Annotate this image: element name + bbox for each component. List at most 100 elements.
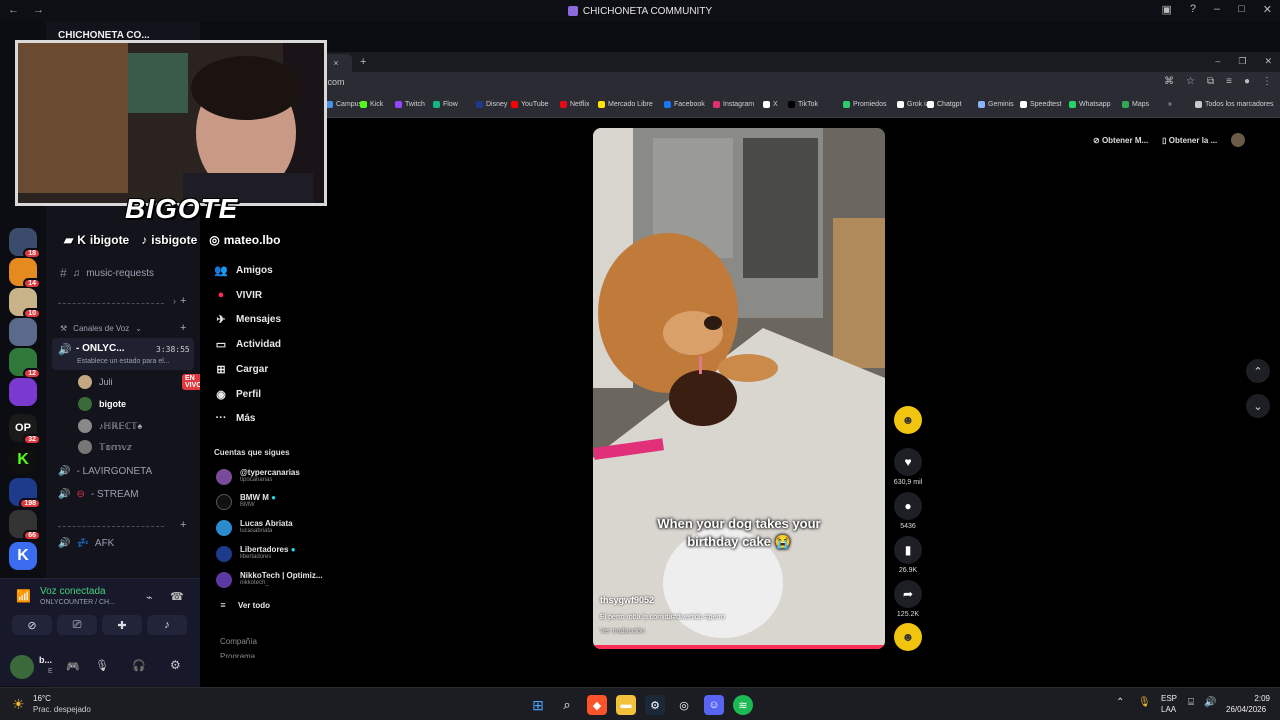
- search-button[interactable]: ⌕: [557, 695, 577, 715]
- activities-button[interactable]: ✚: [102, 615, 142, 635]
- address-bar[interactable]: .com ⌘ ☆ ⧉ ≡ ● ⋮: [200, 72, 1280, 94]
- nav-vivir[interactable]: ● VIVIR: [214, 289, 262, 301]
- soundboard-button[interactable]: ♪: [147, 615, 187, 635]
- server-icon[interactable]: [9, 378, 37, 406]
- bookmark-disney[interactable]: Disney: [476, 101, 507, 108]
- following-item[interactable]: Lucas Abriata lucasabriata: [216, 519, 293, 536]
- nav-mensajes[interactable]: ✈ Mensajes: [214, 313, 281, 326]
- bookmark-promiedos[interactable]: Promiedos: [843, 101, 886, 108]
- nav-perfil[interactable]: ◉ Perfil: [214, 388, 261, 401]
- bookmark-mercado-libre[interactable]: Mercado Libre: [598, 101, 653, 108]
- help-icon[interactable]: ?: [1190, 3, 1196, 16]
- kick-app-icon[interactable]: K: [9, 542, 37, 570]
- language-indicator[interactable]: ESP: [1161, 694, 1177, 703]
- get-coins-button[interactable]: ⊘ Obtener M...: [1093, 136, 1148, 147]
- weather-icon[interactable]: ☀: [12, 696, 25, 713]
- minimize-icon[interactable]: –: [1215, 56, 1220, 67]
- mic-tray-icon[interactable]: 🎙: [1138, 697, 1151, 708]
- voice-channel-onlycounter[interactable]: 🔊 - ONLYC... 3:38:55 Establece un estado…: [52, 338, 194, 370]
- server-icon[interactable]: 14: [9, 258, 41, 289]
- bookmark-whatsapp[interactable]: Whatsapp: [1069, 101, 1111, 108]
- disconnect-icon[interactable]: ☎: [170, 590, 184, 603]
- bookmark-instagram[interactable]: Instagram: [713, 101, 754, 108]
- server-icon[interactable]: 198: [9, 478, 41, 509]
- bookmark-flow[interactable]: Flow: [433, 101, 458, 108]
- translate-icon[interactable]: ⌘: [1164, 76, 1174, 87]
- clock-time[interactable]: 2:09: [1236, 694, 1270, 703]
- more-bookmarks-icon[interactable]: »: [1168, 101, 1172, 108]
- video-player[interactable]: When your dog takes your birthday cake 😭…: [593, 128, 885, 649]
- bookmark-star-icon[interactable]: ☆: [1186, 76, 1195, 87]
- bookmark-grok-ia[interactable]: Grok ia: [897, 101, 930, 108]
- following-item[interactable]: NikkoTech | Optimiz... nikkotech_: [216, 571, 323, 588]
- bookmark-facebook[interactable]: Facebook: [664, 101, 705, 108]
- add-icon[interactable]: +: [180, 295, 186, 307]
- kick-server-icon[interactable]: K: [9, 446, 37, 474]
- server-icon[interactable]: 66: [9, 510, 41, 541]
- following-item[interactable]: BMW M ● BMW: [216, 493, 276, 510]
- headphones-icon[interactable]: 🎧: [132, 659, 146, 672]
- volume-icon[interactable]: 🔊: [1204, 697, 1216, 708]
- voice-channel-afk[interactable]: 🔊 💤 AFK: [58, 538, 114, 549]
- close-icon[interactable]: ✕: [1264, 56, 1272, 67]
- get-app-button[interactable]: ▯ Obtener la ...: [1162, 136, 1217, 147]
- gamepad-icon[interactable]: 🎮: [66, 660, 80, 673]
- voice-channel-stream[interactable]: 🔊 ⊖ - STREAM: [58, 489, 139, 500]
- bookmark-netflix[interactable]: Netflix: [560, 101, 589, 108]
- bookmark-twitch[interactable]: Twitch: [395, 101, 425, 108]
- microphone-icon[interactable]: 🎙: [95, 659, 109, 672]
- voice-category[interactable]: ⚒ Canales de Voz ⌄: [60, 324, 142, 333]
- minimize-button[interactable]: –: [1214, 3, 1220, 16]
- voice-member[interactable]: bigote: [78, 397, 126, 411]
- media-icon[interactable]: ≡: [1226, 76, 1232, 87]
- weather-text[interactable]: Prac. despejado: [33, 705, 91, 714]
- status-prompt[interactable]: Establece un estado para el...: [77, 358, 170, 365]
- temperature[interactable]: 16°C: [33, 694, 51, 703]
- clock-date[interactable]: 26/04/2026: [1226, 705, 1266, 714]
- voice-member[interactable]: ♪ℍℝ𝔼ℂ𝕋♠: [78, 419, 142, 433]
- voice-channel-lavirgoneta[interactable]: 🔊 - LAVIRGONETA: [58, 466, 152, 477]
- menu-icon[interactable]: ⋮: [1262, 76, 1272, 87]
- bookmark-x[interactable]: X: [763, 101, 778, 108]
- tray-chevron-icon[interactable]: ⌃: [1116, 697, 1124, 708]
- video-author[interactable]: thsygwf9052: [600, 595, 654, 605]
- like-button[interactable]: ♥ 630,9 mil: [893, 448, 923, 486]
- nav-mas[interactable]: ··· Más: [214, 412, 256, 424]
- see-translation-link[interactable]: Ver traducción: [600, 628, 645, 635]
- spotify-app[interactable]: ≋: [733, 695, 753, 715]
- settings-gear-icon[interactable]: ⚙: [170, 658, 181, 672]
- nav-cargar[interactable]: ⊞ Cargar: [214, 363, 268, 376]
- bookmark-youtube[interactable]: YouTube: [511, 101, 549, 108]
- back-arrow-icon[interactable]: ←: [8, 4, 19, 16]
- bookmark-campus[interactable]: Campus: [326, 101, 362, 108]
- see-all-link[interactable]: ≡ Ver todo: [216, 600, 270, 610]
- keyboard-layout[interactable]: LAA: [1161, 705, 1176, 714]
- next-video-button[interactable]: ⌄: [1246, 394, 1270, 418]
- camera-off-button[interactable]: ⊘: [12, 615, 52, 635]
- all-bookmarks-folder[interactable]: Todos los marcadores: [1195, 101, 1273, 108]
- following-item[interactable]: @typercanarias tipocanarias: [216, 468, 300, 485]
- restore-icon[interactable]: ❐: [1238, 56, 1246, 67]
- noise-suppression-icon[interactable]: ⌁: [146, 591, 153, 604]
- bookmark-tiktok[interactable]: TikTok: [788, 101, 818, 108]
- profile-icon[interactable]: ●: [1244, 76, 1250, 87]
- comment-button[interactable]: ● 5436: [893, 492, 923, 530]
- bookmark-maps[interactable]: Maps: [1122, 101, 1149, 108]
- following-item[interactable]: Libertadores ● libertadores: [216, 545, 296, 562]
- previous-video-button[interactable]: ⌃: [1246, 359, 1270, 383]
- close-button[interactable]: ✕: [1263, 3, 1272, 16]
- voice-channel-path[interactable]: ONLYCOUNTER / CH...: [40, 599, 115, 606]
- server-icon[interactable]: [9, 318, 37, 346]
- steam-app[interactable]: ⚙: [645, 695, 665, 715]
- server-icon[interactable]: 18: [9, 228, 41, 259]
- chevron-right-icon[interactable]: ›: [173, 296, 176, 306]
- share-screen-button[interactable]: ⎚: [57, 615, 97, 635]
- start-button[interactable]: ⊞: [528, 695, 548, 715]
- url-text[interactable]: .com: [325, 77, 345, 87]
- server-icon[interactable]: OP 32: [9, 414, 41, 445]
- voice-member[interactable]: 𝕋𝕠𝕞𝕧𝕫: [78, 440, 132, 454]
- obs-app[interactable]: ◎: [674, 695, 694, 715]
- signal-icon[interactable]: 📶: [16, 589, 31, 603]
- discord-app[interactable]: ☺: [704, 695, 724, 715]
- add-icon[interactable]: +: [180, 519, 186, 531]
